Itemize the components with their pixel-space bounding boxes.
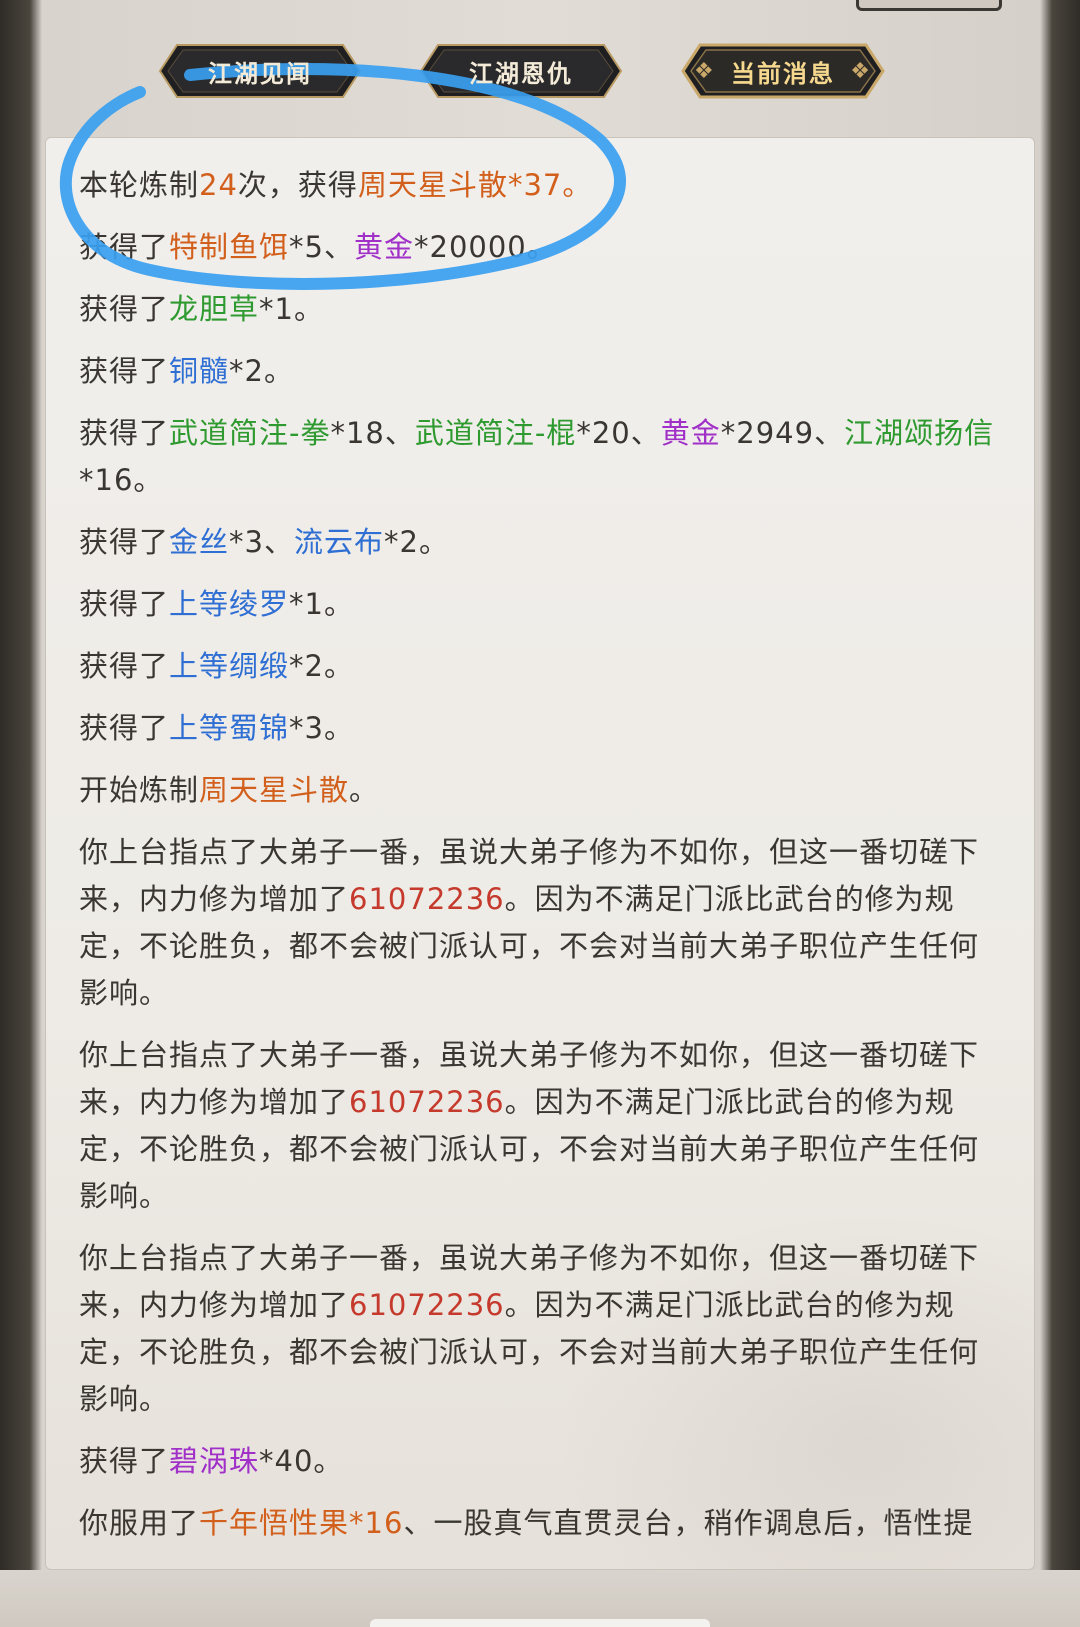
item-name: 江湖颂扬信: [844, 416, 995, 450]
item-name: 碧涡珠: [169, 1444, 260, 1478]
item-name: 武道简注-棍: [414, 416, 577, 450]
message-log: 本轮炼制24次，获得周天星斗散*37。 获得了特制鱼饵*5、黄金*20000。 …: [79, 162, 999, 1562]
log-entry: 你上台指点了大弟子一番，虽说大弟子修为不如你，但这一番切磋下来，内力修为增加了6…: [79, 835, 980, 1010]
item-name: 铜髓: [169, 354, 230, 388]
item-name: 周天星斗散: [357, 168, 508, 202]
item-name: 特制鱼饵: [169, 230, 290, 264]
log-entry: 你上台指点了大弟子一番，虽说大弟子修为不如你，但这一番切磋下来，内力修为增加了6…: [79, 1241, 980, 1416]
log-entry: 获得了上等蜀锦*3。: [79, 711, 354, 745]
log-entry: 获得了碧涡珠*40。: [79, 1444, 344, 1478]
value-number: 61072236: [349, 1288, 505, 1322]
value-number: 61072236: [349, 1085, 505, 1119]
tab-jianghu-jianwen[interactable]: 江湖见闻: [157, 42, 363, 100]
log-entry: 你服用了千年悟性果*16、一股真气直贯灵台，稍作调息后，悟性提: [79, 1506, 974, 1540]
log-entry: 获得了龙胆草*1。: [79, 292, 324, 326]
tab-label: 当前消息: [731, 59, 835, 88]
top-ornament: [856, 0, 1002, 11]
item-name: 黄金: [353, 230, 414, 264]
log-entry: 获得了特制鱼饵*5、黄金*20000。: [79, 230, 557, 264]
log-entry: 获得了金丝*3、流云布*2。: [79, 525, 449, 559]
log-entry: 开始炼制周天星斗散。: [79, 773, 380, 807]
tab-label: 江湖见闻: [208, 59, 312, 88]
item-name: 流云布: [293, 525, 384, 559]
tab-jianghu-enchou[interactable]: 江湖恩仇: [418, 42, 624, 100]
item-name: 金丝: [169, 525, 230, 559]
item-name: 龙胆草: [169, 292, 260, 326]
log-entry: 获得了武道简注-拳*18、武道简注-棍*20、黄金*2949、江湖颂扬信*16。: [79, 416, 995, 497]
log-entry: 本轮炼制24次，获得周天星斗散*37。: [79, 168, 593, 202]
message-panel[interactable]: 本轮炼制24次，获得周天星斗散*37。 获得了特制鱼饵*5、黄金*20000。 …: [45, 137, 1035, 1570]
item-name: 上等绫罗: [169, 587, 290, 621]
log-entry: 获得了上等绫罗*1。: [79, 587, 354, 621]
item-name: 武道简注-拳: [169, 416, 331, 450]
log-entry: 获得了上等绸缎*2。: [79, 649, 354, 683]
log-entry: 你上台指点了大弟子一番，虽说大弟子修为不如你，但这一番切磋下来，内力修为增加了6…: [79, 1038, 980, 1213]
ornament-icon: ❖: [850, 59, 872, 84]
item-name: 千年悟性果: [199, 1506, 350, 1540]
tab-label: 江湖恩仇: [469, 59, 573, 88]
item-name: 上等蜀锦: [169, 711, 290, 745]
ornament-icon: ❖: [694, 59, 716, 84]
home-indicator[interactable]: [370, 1619, 710, 1627]
value-number: 61072236: [349, 882, 505, 916]
item-name: 上等绸缎: [169, 649, 290, 683]
item-name: 黄金: [660, 416, 721, 450]
tab-dangqian-xiaoxi[interactable]: ❖ 当前消息 ❖: [680, 42, 886, 100]
item-name: 周天星斗散: [199, 773, 350, 807]
log-entry: 获得了铜髓*2。: [79, 354, 294, 388]
